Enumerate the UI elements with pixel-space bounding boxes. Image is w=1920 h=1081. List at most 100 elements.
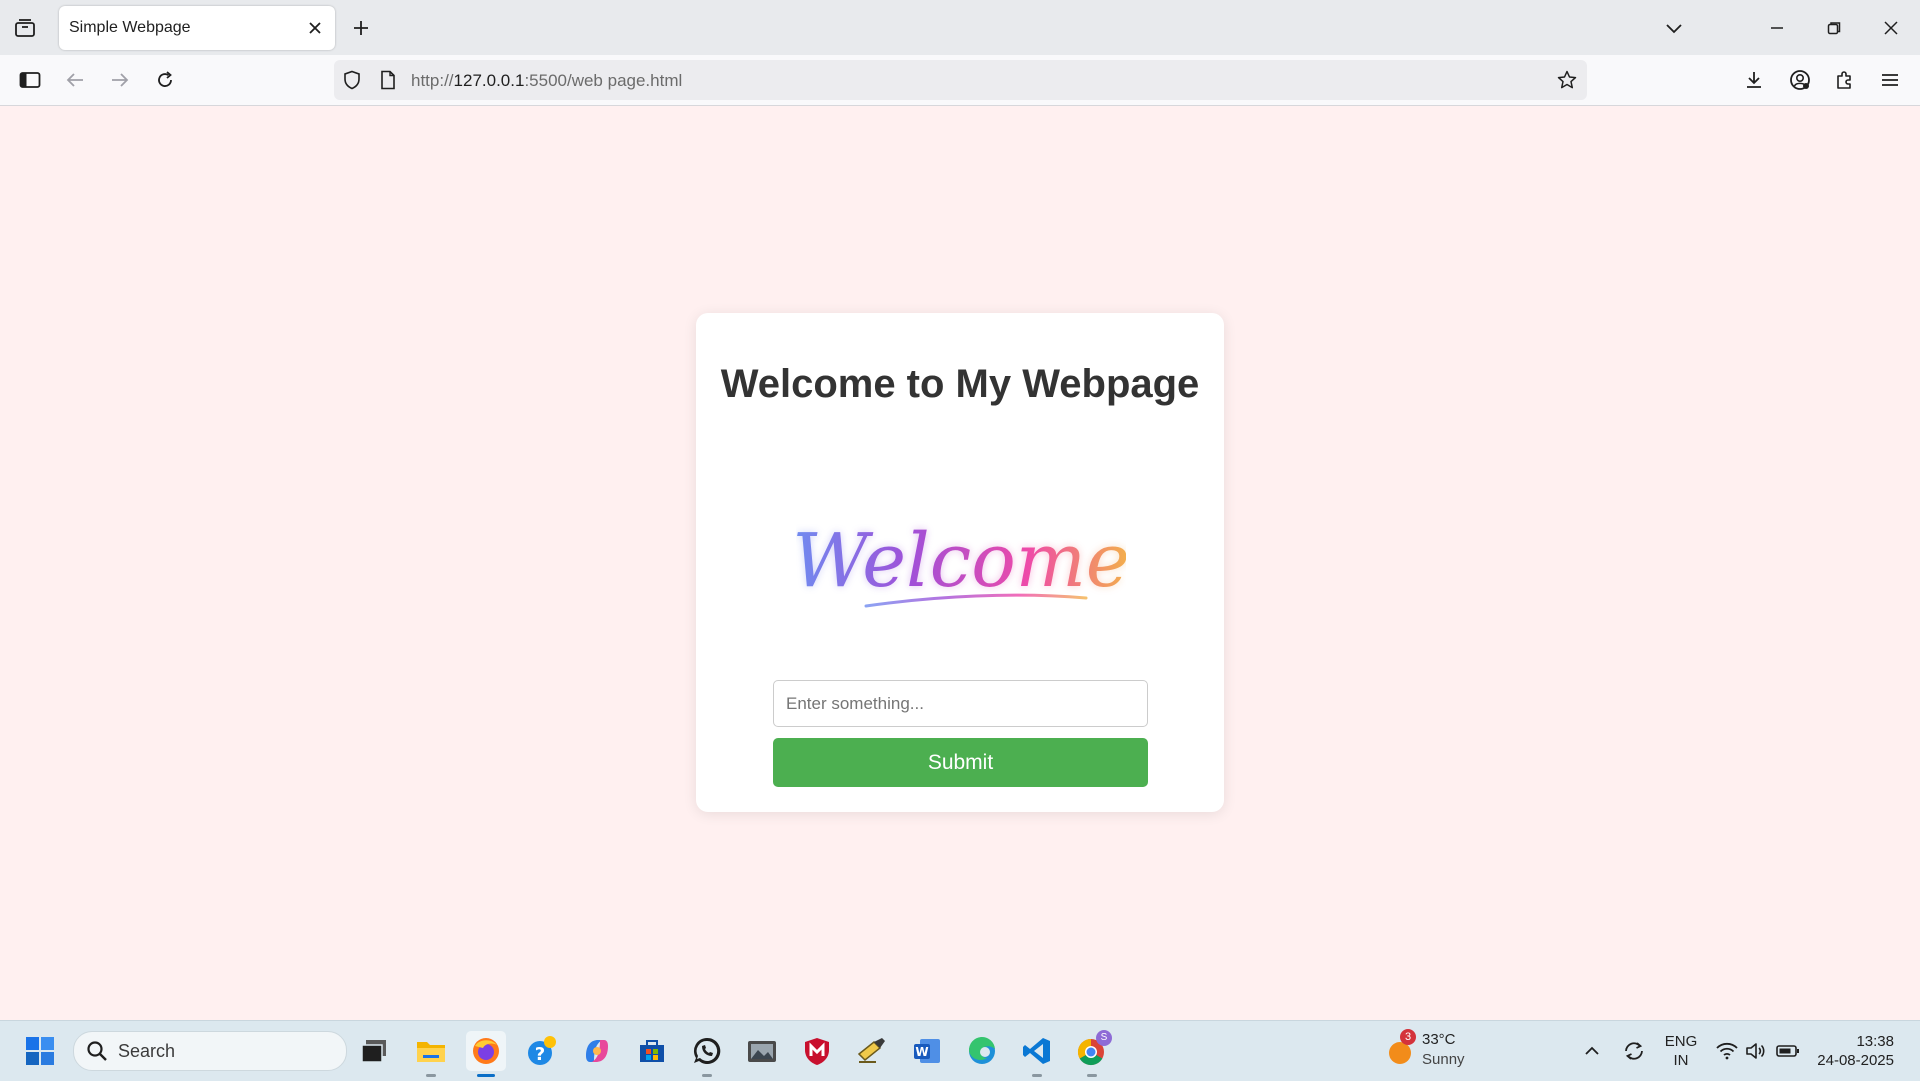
search-label: Search	[118, 1041, 176, 1061]
submit-button[interactable]: Submit	[773, 738, 1148, 787]
task-view-icon	[361, 1040, 386, 1063]
task-view-button[interactable]	[354, 1031, 394, 1071]
copilot-icon	[586, 1040, 608, 1062]
text-input[interactable]	[773, 680, 1148, 727]
copilot-button[interactable]	[577, 1031, 617, 1071]
url-scheme: http://	[411, 71, 454, 90]
language-code: ENG	[1664, 1033, 1698, 1050]
show-hidden-icons-button[interactable]	[1580, 1039, 1604, 1063]
volume-tray-button[interactable]	[1743, 1039, 1769, 1063]
app-menu-button[interactable]	[1873, 63, 1907, 97]
bookmark-button[interactable]	[1555, 68, 1579, 92]
running-indicator	[426, 1074, 436, 1077]
firefox-icon	[473, 1038, 499, 1064]
file-explorer-button[interactable]	[411, 1031, 451, 1077]
sidebar-toggle-button[interactable]	[13, 63, 47, 97]
close-icon	[1884, 21, 1898, 35]
clock[interactable]: 13:38 24-08-2025	[1810, 1032, 1894, 1070]
running-indicator	[1032, 1074, 1042, 1077]
tab-list-button[interactable]	[10, 14, 40, 42]
sidebar-icon	[19, 72, 41, 88]
forward-button[interactable]	[103, 63, 137, 97]
extensions-button[interactable]	[1828, 63, 1862, 97]
sync-icon	[1625, 1042, 1643, 1060]
word-button[interactable]: W	[907, 1031, 947, 1071]
site-info-button[interactable]	[376, 68, 400, 92]
tab-overflow-button[interactable]	[1654, 8, 1694, 48]
weather-badge: 3	[1400, 1029, 1416, 1045]
download-icon	[1747, 72, 1761, 88]
search-icon	[87, 1041, 107, 1061]
sync-tray-button[interactable]	[1620, 1037, 1648, 1065]
page-heading: Welcome to My Webpage	[720, 362, 1200, 406]
browser-nav-bar: http://127.0.0.1:5500/web page.html	[0, 55, 1920, 106]
get-help-button[interactable]: ?	[522, 1031, 562, 1071]
address-bar[interactable]: http://127.0.0.1:5500/web page.html	[334, 60, 1587, 100]
clock-time: 13:38	[1856, 1033, 1894, 1050]
taskbar-search-box[interactable]: Search	[73, 1031, 347, 1071]
edge-button[interactable]	[962, 1031, 1002, 1071]
url-text[interactable]: http://127.0.0.1:5500/web page.html	[411, 71, 682, 91]
content-card: Welcome to My Webpage Welcome Welcome Su…	[696, 313, 1224, 812]
vscode-icon	[1023, 1038, 1050, 1064]
region-code: IN	[1673, 1052, 1689, 1069]
account-icon	[1790, 70, 1810, 90]
svg-text:?: ?	[535, 1044, 545, 1065]
minimize-button[interactable]	[1757, 8, 1797, 48]
tab-close-button[interactable]	[303, 16, 327, 40]
downloads-button[interactable]	[1737, 63, 1771, 97]
restore-button[interactable]	[1814, 8, 1854, 48]
restore-icon	[1827, 22, 1841, 35]
arrow-right-icon	[112, 73, 129, 87]
puzzle-icon	[1837, 71, 1851, 89]
mcafee-button[interactable]	[797, 1031, 837, 1071]
back-button[interactable]	[58, 63, 92, 97]
speaker-icon	[1746, 1043, 1765, 1059]
whatsapp-button[interactable]	[687, 1031, 727, 1077]
microsoft-store-button[interactable]	[632, 1031, 672, 1071]
new-tab-button[interactable]	[347, 14, 375, 42]
tracking-protection-button[interactable]	[340, 68, 364, 92]
language-indicator[interactable]: ENG IN	[1664, 1032, 1698, 1070]
get-help-icon: ?	[528, 1036, 556, 1065]
close-window-button[interactable]	[1871, 8, 1911, 48]
plus-icon	[354, 21, 368, 35]
reload-button[interactable]	[148, 63, 182, 97]
start-button[interactable]	[20, 1031, 60, 1071]
wifi-icon	[1716, 1042, 1738, 1060]
tab-simple-webpage[interactable]: Simple Webpage	[59, 6, 335, 50]
browser-tab-bar: Simple Webpage	[0, 0, 1920, 55]
chevron-down-icon	[1666, 24, 1682, 34]
notepad-button[interactable]	[852, 1031, 892, 1071]
edge-icon	[968, 1036, 995, 1064]
whatsapp-icon	[693, 1037, 721, 1064]
reload-icon	[158, 71, 172, 87]
weather-temperature: 33°C	[1422, 1031, 1456, 1048]
firefox-button[interactable]	[466, 1031, 506, 1077]
vscode-button[interactable]	[1017, 1031, 1057, 1077]
hamburger-menu-icon	[1882, 74, 1898, 86]
active-indicator	[477, 1074, 495, 1077]
network-tray-button[interactable]	[1714, 1039, 1740, 1063]
chrome-button[interactable]: S	[1072, 1030, 1112, 1077]
file-explorer-icon	[417, 1042, 445, 1062]
clock-date: 24-08-2025	[1817, 1052, 1894, 1069]
close-icon	[309, 22, 321, 34]
weather-widget[interactable]: 3 33°C Sunny	[1382, 1029, 1492, 1073]
chrome-profile-badge: S	[1096, 1030, 1112, 1046]
account-button[interactable]	[1783, 63, 1817, 97]
minimize-icon	[1771, 27, 1783, 29]
arrow-left-icon	[66, 73, 83, 87]
weather-condition: Sunny	[1422, 1051, 1465, 1068]
url-host: 127.0.0.1	[453, 71, 525, 90]
mcafee-icon	[805, 1038, 829, 1065]
word-icon: W	[914, 1039, 940, 1063]
windows-taskbar: Search ? W S 3 33°C Sunny ENG IN 13:38 2…	[0, 1020, 1920, 1081]
windows-start-icon	[26, 1037, 54, 1065]
url-path: :5500/web page.html	[524, 71, 683, 90]
page-icon	[381, 70, 395, 90]
tab-title: Simple Webpage	[69, 19, 191, 36]
running-indicator	[702, 1074, 712, 1077]
photos-button[interactable]	[742, 1031, 782, 1071]
battery-tray-button[interactable]	[1774, 1039, 1802, 1063]
